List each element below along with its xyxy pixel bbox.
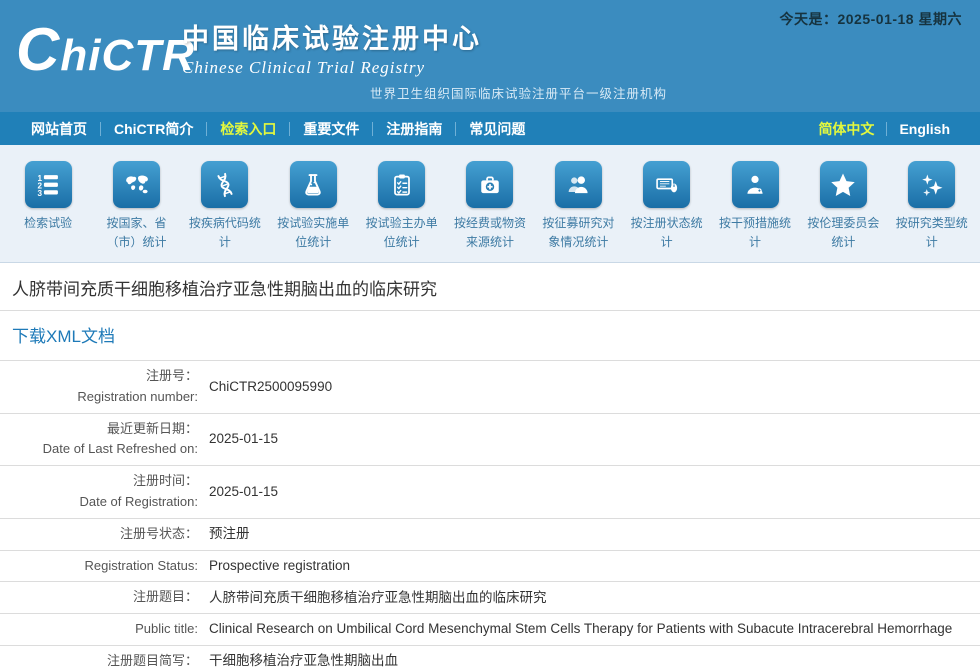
main-nav: 网站首页 ChiCTR简介 检索入口 重要文件 注册指南 常见问题 简体中文 E… (0, 112, 980, 145)
toolbar-item-label: 检索试验 (8, 214, 88, 233)
star-icon (820, 161, 867, 208)
lang-english[interactable]: English (887, 121, 962, 137)
public-title-en-value: Clinical Research on Umbilical Cord Mese… (198, 619, 952, 639)
site-titles: 中国临床试验注册中心 Chinese Clinical Trial Regist… (182, 17, 482, 78)
row-label: 注册时间： Date of Registration: (0, 466, 198, 518)
nav-item-search[interactable]: 检索入口 (207, 119, 289, 139)
row-registration-number: 注册号： Registration number: ChiCTR25000959… (0, 360, 980, 413)
row-public-title-en: Public title: Clinical Research on Umbil… (0, 613, 980, 645)
site-header: 今天是：2025-01-18 星期六 ChiCTR 中国临床试验注册中心 Chi… (0, 0, 980, 112)
lang-simplified-chinese[interactable]: 简体中文 (806, 119, 886, 139)
row-label: 注册题目： (0, 582, 198, 613)
doctor-icon (732, 161, 779, 208)
trial-detail-table: 注册号： Registration number: ChiCTR25000959… (0, 360, 980, 669)
toolbar-item-by-registration-status[interactable]: 按注册状态统计 (623, 161, 711, 262)
registration-date-value: 2025-01-15 (198, 482, 278, 502)
keyboard-mouse-icon (643, 161, 690, 208)
toolbar-item-label: 按伦理委员会统计 (803, 214, 883, 251)
toolbar-item-by-funding-source[interactable]: 按经费或物资来源统计 (446, 161, 534, 262)
toolbar-item-label: 按注册状态统计 (627, 214, 707, 251)
world-map-icon (113, 161, 160, 208)
row-label: Registration Status: (0, 551, 198, 582)
row-last-refreshed-date: 最近更新日期： Date of Last Refreshed on: 2025-… (0, 413, 980, 466)
row-label: 最近更新日期： Date of Last Refreshed on: (0, 414, 198, 466)
toolbar-item-label: 按经费或物资来源统计 (450, 214, 530, 251)
toolbar-item-label: 按试验主办单位统计 (362, 214, 442, 251)
toolbar-item-by-country-province[interactable]: 按国家、省（市）统计 (93, 161, 181, 262)
toolbar-item-label: 按试验实施单位统计 (273, 214, 353, 251)
registration-number-value: ChiCTR2500095990 (198, 377, 332, 397)
numbered-list-icon: 123 (25, 161, 72, 208)
toolbar-item-by-recruitment-status[interactable]: 按征募研究对象情况统计 (534, 161, 622, 262)
toolbar-item-label: 按干预措施统计 (715, 214, 795, 251)
site-title-chinese: 中国临床试验注册中心 (182, 17, 482, 56)
flask-icon (290, 161, 337, 208)
nav-item-home[interactable]: 网站首页 (18, 119, 100, 139)
toolbar-item-label: 按疾病代码统计 (185, 214, 265, 251)
toolbar-item-label: 按国家、省（市）统计 (97, 214, 177, 251)
row-label: 注册题目简写： (0, 646, 198, 669)
row-registered-title-cn: 注册题目： 人脐带间充质干细胞移植治疗亚急性期脑出血的临床研究 (0, 581, 980, 613)
today-date: 今天是：2025-01-18 星期六 (779, 9, 962, 29)
toolbar-item-label: 按征募研究对象情况统计 (538, 214, 618, 251)
dna-icon (201, 161, 248, 208)
sparkles-icon (908, 161, 955, 208)
toolbar-item-by-intervention[interactable]: 按干预措施统计 (711, 161, 799, 262)
toolbar-item-by-disease-code[interactable]: 按疾病代码统计 (181, 161, 269, 262)
registration-status-cn-value: 预注册 (198, 524, 250, 544)
row-label: 注册号状态： (0, 519, 198, 550)
nav-item-about[interactable]: ChiCTR简介 (101, 119, 206, 139)
trial-detail-content: 人脐带间充质干细胞移植治疗亚急性期脑出血的临床研究 下载XML文档 注册号： R… (0, 263, 980, 669)
row-label: Public title: (0, 614, 198, 645)
row-registration-date: 注册时间： Date of Registration: 2025-01-15 (0, 465, 980, 518)
clipboard-icon (378, 161, 425, 208)
toolbar-item-by-study-type[interactable]: 按研究类型统计 (888, 161, 976, 262)
who-registry-subtitle: 世界卫生组织国际临床试验注册平台一级注册机构 (370, 83, 667, 102)
row-title-acronym-cn: 注册题目简写： 干细胞移植治疗亚急性期脑出血 (0, 645, 980, 669)
people-icon (555, 161, 602, 208)
last-refreshed-date-value: 2025-01-15 (198, 429, 278, 449)
toolbar-item-by-sponsor-unit[interactable]: 按试验主办单位统计 (358, 161, 446, 262)
download-row: 下载XML文档 (0, 311, 980, 360)
chictr-logo[interactable]: ChiCTR (16, 20, 195, 80)
toolbar-item-label: 按研究类型统计 (892, 214, 972, 251)
site-title-english: Chinese Clinical Trial Registry (182, 58, 482, 78)
nav-item-guide[interactable]: 注册指南 (373, 119, 455, 139)
statistics-toolbar: 123 检索试验 按国家、省（市）统计 (0, 145, 980, 263)
registration-status-en-value: Prospective registration (198, 556, 350, 576)
nav-item-faq[interactable]: 常见问题 (456, 119, 538, 139)
svg-text:3: 3 (38, 189, 43, 198)
registered-title-cn-value: 人脐带间充质干细胞移植治疗亚急性期脑出血的临床研究 (198, 588, 547, 608)
nav-item-documents[interactable]: 重要文件 (290, 119, 372, 139)
row-label: 注册号： Registration number: (0, 361, 198, 413)
page-title: 人脐带间充质干细胞移植治疗亚急性期脑出血的临床研究 (0, 263, 980, 311)
download-xml-link[interactable]: 下载XML文档 (12, 327, 115, 346)
toolbar-item-search-trials[interactable]: 123 检索试验 (4, 161, 92, 262)
toolbar-item-by-ethics-committee[interactable]: 按伦理委员会统计 (799, 161, 887, 262)
toolbar-item-by-implementing-unit[interactable]: 按试验实施单位统计 (269, 161, 357, 262)
medical-kit-icon (466, 161, 513, 208)
title-acronym-cn-value: 干细胞移植治疗亚急性期脑出血 (198, 651, 398, 669)
row-registration-status-en: Registration Status: Prospective registr… (0, 550, 980, 582)
row-registration-status-cn: 注册号状态： 预注册 (0, 518, 980, 550)
